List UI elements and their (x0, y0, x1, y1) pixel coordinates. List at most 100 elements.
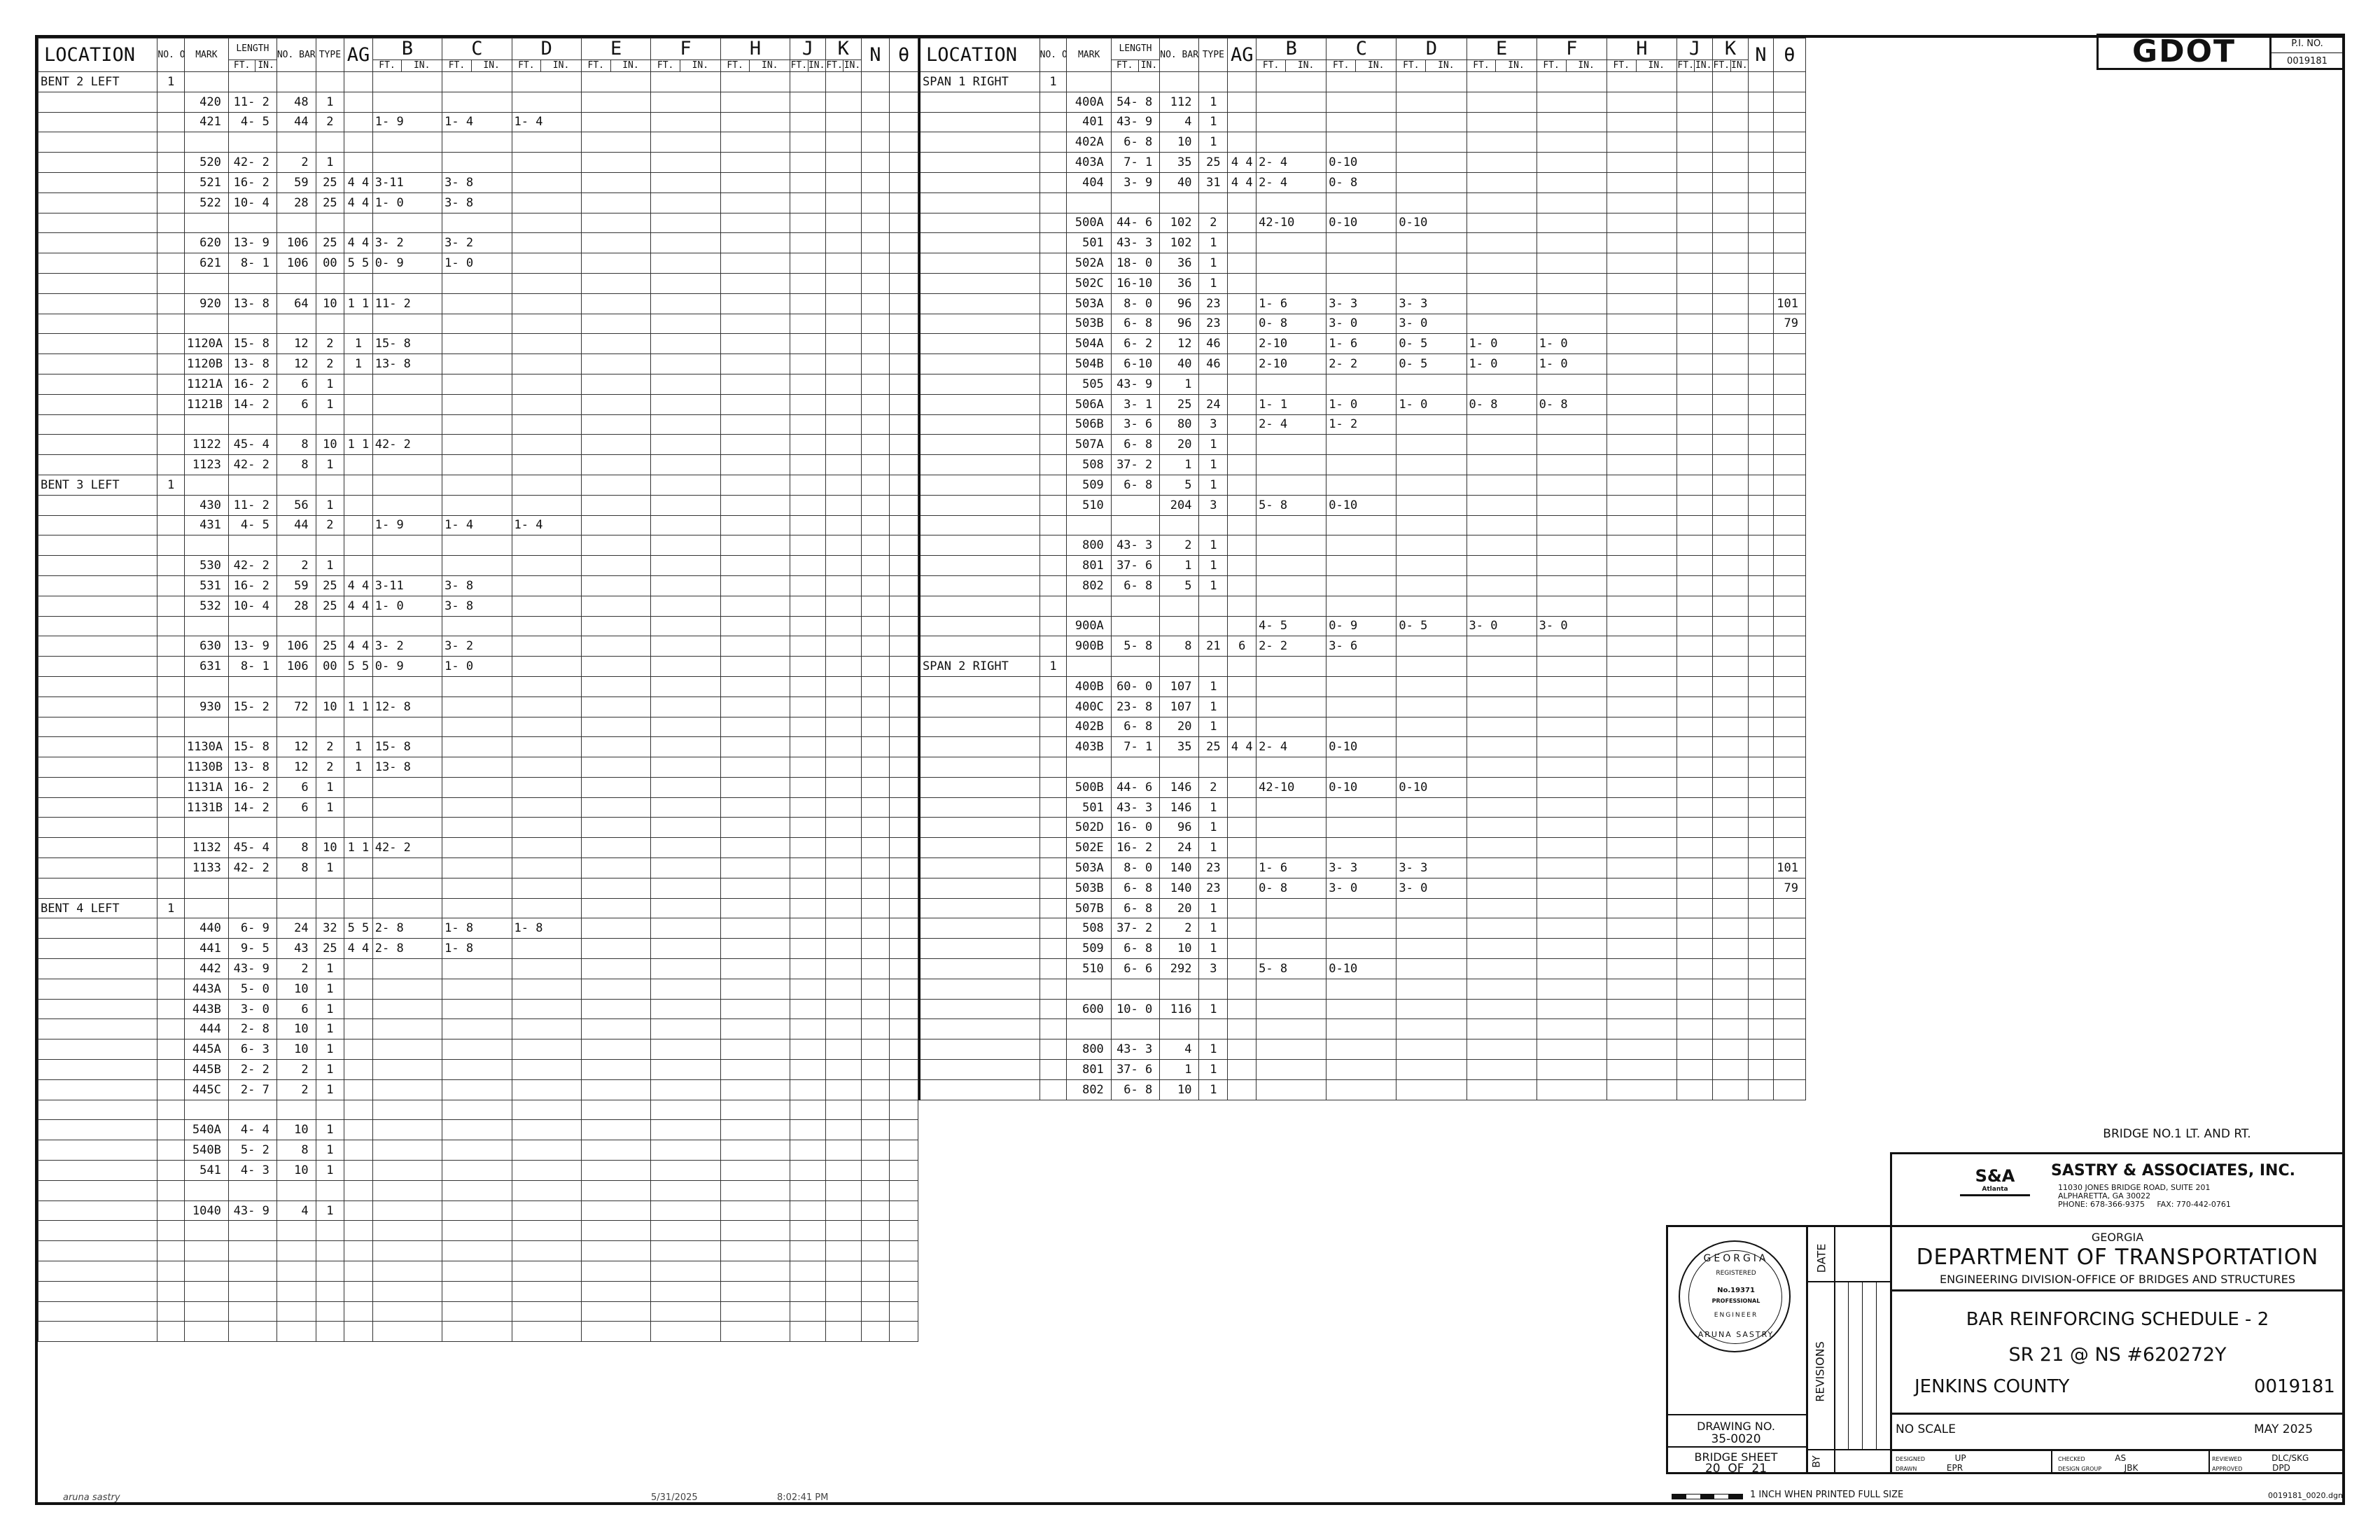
table-cell (372, 797, 443, 818)
table-cell (1712, 595, 1749, 617)
table-cell (511, 91, 582, 113)
table-cell (157, 1240, 185, 1262)
table-cell (889, 1321, 918, 1343)
table-cell (889, 877, 918, 899)
table-cell (720, 232, 791, 254)
table-cell (1227, 434, 1257, 456)
table-cell (650, 514, 721, 536)
table-cell (276, 1240, 316, 1262)
table-cell (315, 1280, 345, 1302)
table-cell (1712, 998, 1749, 1020)
table-cell: 15- 8 (227, 333, 277, 355)
table-cell (1712, 514, 1749, 536)
table-cell: 6- 3 (227, 1039, 277, 1060)
table-cell (1396, 918, 1467, 939)
table-cell (37, 636, 158, 657)
table-cell: 0-10 (1326, 212, 1397, 234)
table-cell: 1 (1198, 575, 1228, 596)
table-cell (580, 333, 652, 355)
table-cell (1536, 636, 1607, 657)
table-cell (1536, 575, 1607, 596)
table-cell (790, 575, 826, 596)
table-cell (1536, 373, 1607, 395)
table-cell (1039, 393, 1068, 415)
table-cell: 1 (1198, 474, 1228, 496)
seal-engineer: ENGINEER (1714, 1312, 1758, 1319)
table-cell (1606, 958, 1677, 979)
table-cell (1606, 1059, 1677, 1080)
table-cell (1227, 192, 1257, 214)
table-cell (1039, 373, 1068, 395)
table-cell: 1 (315, 1039, 345, 1060)
table-cell: 5 (1159, 474, 1200, 496)
table-cell (1606, 757, 1677, 778)
table-row: 900A 4- 5 0- 9 0- 5 3- 0 3- 0 (918, 615, 1807, 637)
table-cell (372, 1018, 443, 1040)
table-cell (1396, 1018, 1467, 1040)
table-cell (1466, 1039, 1537, 1060)
table-cell (37, 1079, 158, 1100)
table-cell: 1- 8 (511, 918, 582, 939)
table-cell (580, 555, 652, 576)
table-cell (511, 897, 582, 919)
table-row: SPAN 1 RIGHT 1 (918, 71, 1807, 92)
table-row: BENT 4 LEFT 1 (37, 897, 918, 919)
table-cell: 431 (183, 514, 229, 536)
table-cell: 400B (1066, 676, 1112, 697)
table-cell (1227, 696, 1257, 718)
table-cell: 13- 9 (227, 232, 277, 254)
table-cell: 2- 2 (1256, 636, 1327, 657)
table-cell (580, 1059, 652, 1080)
table-cell: 1- 0 (442, 253, 512, 274)
table-cell (650, 454, 721, 475)
table-cell (1772, 172, 1807, 193)
table-cell (442, 132, 512, 153)
table-cell (580, 71, 652, 92)
table-cell (1748, 333, 1774, 355)
table-cell (442, 978, 512, 1000)
table-cell (1466, 837, 1537, 859)
table-row: 800 43- 341 (918, 1039, 1807, 1060)
table-cell (1606, 212, 1677, 234)
table-cell (1748, 897, 1774, 919)
table-cell (157, 393, 185, 415)
table-cell: 00 (315, 253, 345, 274)
table-cell: 20 (1159, 897, 1200, 919)
table-cell: 503B (1066, 313, 1112, 335)
table-cell (227, 272, 277, 294)
table-cell (37, 978, 158, 1000)
table-cell: 4 4 (1227, 736, 1257, 758)
table-cell: 43- 9 (1110, 373, 1161, 395)
table-cell (1536, 817, 1607, 839)
table-cell: 1 (1198, 555, 1228, 576)
table-cell (1676, 354, 1713, 374)
table-cell (825, 736, 862, 758)
table-cell: 8 (276, 434, 316, 456)
table-cell (650, 152, 721, 173)
table-cell (720, 1280, 791, 1302)
table-cell (825, 1140, 862, 1161)
table-cell: 16- 2 (227, 172, 277, 193)
table-cell (889, 333, 918, 355)
table-cell: 23- 8 (1110, 696, 1161, 718)
table-cell (790, 514, 826, 536)
table-row: 404 3- 9 40 31 4 4 2- 4 0- 8 (918, 172, 1807, 193)
table-row: 1132 45- 4 8 10 1 1 42- 2 (37, 837, 918, 859)
table-cell (1066, 192, 1112, 214)
table-cell (1606, 232, 1677, 254)
table-cell (650, 1280, 721, 1302)
table-cell (1772, 958, 1807, 979)
table-cell (1396, 978, 1467, 1000)
table-cell (1256, 978, 1327, 1000)
table-cell: 4- 5 (227, 514, 277, 536)
table-cell: 1- 1 (1256, 393, 1327, 415)
table-cell (860, 716, 890, 738)
table-cell (1606, 434, 1677, 456)
seal-state: GEORGIA (1703, 1253, 1769, 1264)
table-row: 503A 8- 0 140 23 1- 6 3- 3 3- 3 101 (918, 858, 1807, 878)
table-cell (1606, 615, 1677, 637)
table-cell: 6- 8 (1110, 877, 1161, 899)
table-cell (511, 474, 582, 496)
table-cell (1110, 494, 1161, 516)
table-cell (372, 535, 443, 556)
